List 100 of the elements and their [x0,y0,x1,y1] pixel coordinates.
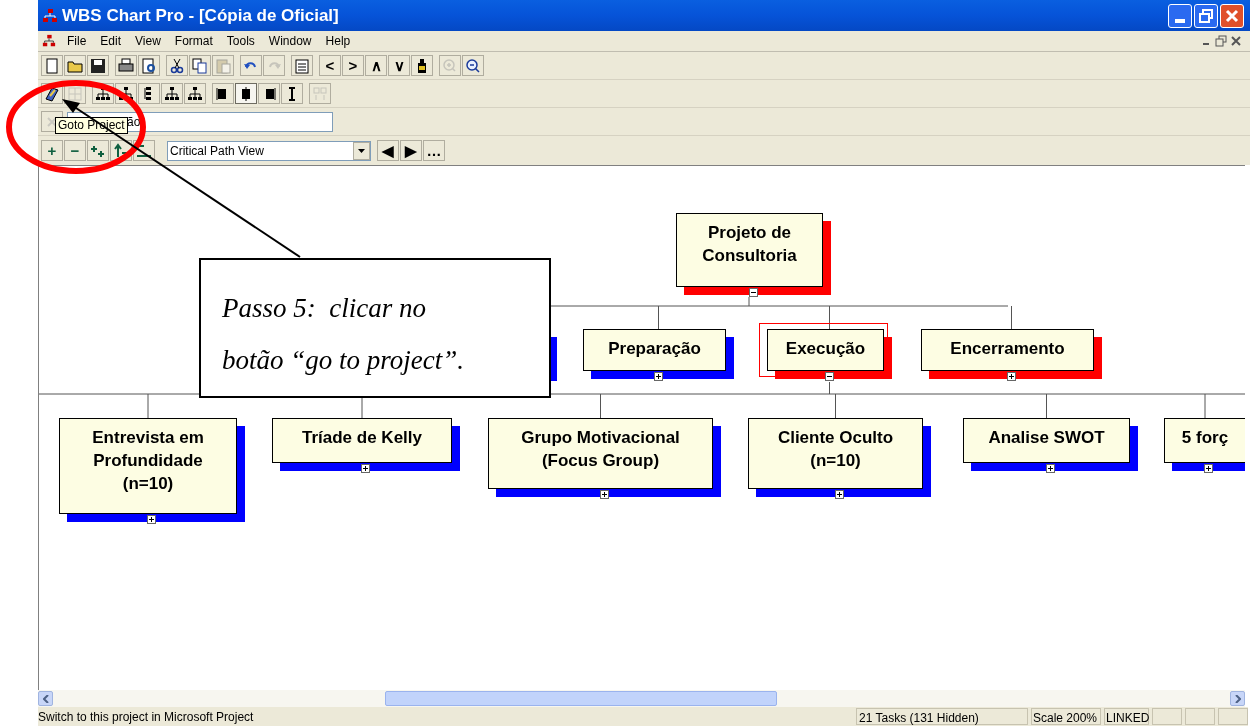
up-arrow-icon [113,142,129,159]
restore-icon[interactable] [1215,35,1227,47]
document-icon [42,34,56,48]
toolbar-button[interactable] [462,55,484,76]
paste-icon [215,57,231,74]
collapse-toggle[interactable] [824,372,834,381]
boxes-icon [312,85,328,102]
app-icon [42,7,58,24]
task-node[interactable]: Analise SWOT [963,418,1130,463]
org-chart-icon [187,85,203,102]
callout-text: Passo 5: clicar no botão “go to project”. [199,258,551,398]
task-node[interactable]: Tríade de Kelly [272,418,452,463]
expand-toggle[interactable] [1006,372,1016,381]
restore-button[interactable] [1194,3,1218,28]
collapse-toggle[interactable] [748,288,758,297]
org-chart-icon [118,85,134,102]
preview-icon [141,57,157,74]
node-shadow [551,337,557,381]
mode-indicator: LINKED [1104,708,1149,725]
toolbar-button[interactable] [87,140,109,161]
plus-icon [149,517,154,522]
toolbar-button[interactable]: … [423,140,445,161]
window-title: WBS Chart Pro - [Cópia de Oficial] [62,4,339,27]
page-icon [44,57,60,74]
task-node[interactable]: Encerramento [921,329,1094,371]
toolbar-button[interactable] [161,83,183,104]
scale-indicator: Scale 200% [1031,708,1101,725]
plus-icon [601,492,607,497]
menu-item[interactable]: File [60,32,94,50]
toolbar-button[interactable]: ◀ [377,140,399,161]
view-dropdown[interactable]: Critical Path View [167,140,371,161]
toolbar-button[interactable] [138,55,160,76]
copy-icon [192,57,208,74]
toolbar-button[interactable] [411,55,433,76]
status-panel [1185,708,1215,725]
task-node[interactable]: Preparação [583,329,726,371]
close-icon[interactable] [1230,35,1242,47]
menu-item[interactable]: Help [318,32,358,50]
menu-item[interactable]: Window [261,32,319,50]
close-icon [1225,8,1239,23]
toolbar-button[interactable] [258,83,280,104]
expand-toggle[interactable] [1204,464,1213,473]
toolbar-button[interactable] [166,55,188,76]
toolbar-button[interactable] [115,55,137,76]
toolbar-button[interactable] [212,83,234,104]
menu-item[interactable]: Tools [219,32,262,50]
minus-icon [136,142,152,159]
connector-line [1011,305,1012,330]
task-node[interactable]: Entrevista em Profundidade (n=10) [59,418,237,514]
expand-toggle[interactable] [1045,464,1055,473]
close-button[interactable] [1220,3,1244,28]
plus-icon [836,492,842,497]
menu-item[interactable]: Format [167,32,220,50]
task-node[interactable]: Projeto de Consultoria [676,213,823,287]
plus-icon [363,466,368,471]
expand-toggle[interactable] [361,464,370,473]
zoom-out-icon [465,57,481,74]
expand-toggle[interactable] [834,490,844,499]
notes-icon [294,57,310,74]
printer-icon [118,57,134,74]
minimize-button[interactable] [1168,3,1192,28]
task-count: 21 Tasks (131 Hidden) [856,708,1028,725]
scroll-thumb[interactable] [385,691,777,706]
status-message: Switch to this project in Microsoft Project [38,708,255,726]
minus-icon [826,374,832,379]
toolbar-button[interactable]: ∧ [365,55,387,76]
expand-toggle[interactable] [599,490,609,499]
task-node[interactable]: 5 forç [1164,418,1245,463]
toolbar-button[interactable] [235,83,257,104]
toolbar-button[interactable]: ▶ [400,140,422,161]
scroll-left-button[interactable] [38,691,53,706]
plus-icon [1047,466,1053,471]
minus-icon [750,290,756,295]
grid-icon [67,85,83,102]
horizontal-scrollbar[interactable] [38,690,1245,707]
expand-toggle[interactable] [653,372,663,381]
book-icon [44,85,60,102]
toolbar-button[interactable] [87,55,109,76]
toolbar-button[interactable]: > [342,55,364,76]
dropdown-arrow-icon [358,148,365,153]
scroll-right-button[interactable] [1230,691,1245,706]
menu-item[interactable]: View [128,32,168,50]
toolbar-button[interactable]: ∨ [388,55,410,76]
toolbar-button[interactable]: < [319,55,341,76]
toolbar-button[interactable] [281,83,303,104]
task-node[interactable]: Execução [767,329,884,371]
toolbar-button[interactable]: + [41,140,63,161]
expand-toggle[interactable] [147,515,156,524]
status-panel [1152,708,1182,725]
org-chart-icon [164,85,180,102]
zoom-in-icon [442,57,458,74]
toolbar-button[interactable] [138,83,160,104]
toolbar-button[interactable]: − [64,140,86,161]
menu-item[interactable]: Edit [93,32,129,50]
plus-icon [1008,374,1014,379]
task-node[interactable]: Grupo Motivacional (Focus Group) [488,418,713,489]
toolbar-button[interactable] [184,83,206,104]
task-node[interactable]: Cliente Oculto (n=10) [748,418,923,489]
restore-icon [1199,8,1213,23]
scissors-icon [169,57,185,74]
